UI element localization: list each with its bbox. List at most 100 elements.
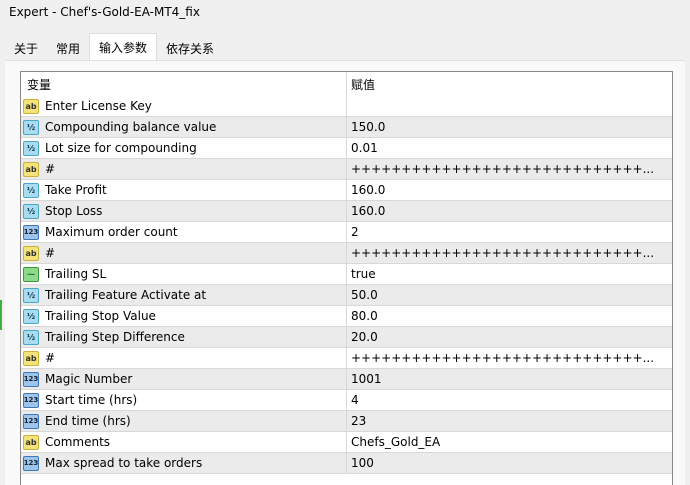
table-row[interactable]: ab # +++++++++++++++++++++++++++++... [21,348,672,369]
table-row[interactable]: ½ Compounding balance value 150.0 [21,117,672,138]
param-value[interactable]: 23 [347,414,672,428]
tab-inputs[interactable]: 输入参数 [89,33,158,60]
tab-common[interactable]: 常用 [47,36,89,60]
table-row[interactable]: ⁓ Trailing SL true [21,264,672,285]
table-row[interactable]: ½ Trailing Stop Value 80.0 [21,306,672,327]
param-value[interactable]: +++++++++++++++++++++++++++++... [347,351,672,365]
table-row[interactable]: ab # +++++++++++++++++++++++++++++... [21,159,672,180]
table-row[interactable]: 123 Start time (hrs) 4 [21,390,672,411]
param-name: # [45,162,56,176]
window-title: Expert - Chef's-Gold-EA-MT4_fix [9,5,200,19]
param-name: Trailing Stop Value [45,309,156,323]
param-name: # [45,246,56,260]
double-type-icon: ½ [23,329,39,345]
table-row[interactable]: ab # +++++++++++++++++++++++++++++... [21,243,672,264]
table-row[interactable]: ab Enter License Key [21,96,672,117]
param-name-cell: 123 Magic Number [21,369,347,389]
table-row[interactable]: ½ Stop Loss 160.0 [21,201,672,222]
string-type-icon: ab [23,350,39,366]
tab-bar: 关于 常用 输入参数 依存关系 [5,33,223,60]
header-value[interactable]: 赋值 [347,76,672,93]
double-type-icon: ½ [23,119,39,135]
param-value[interactable]: 20.0 [347,330,672,344]
param-name: Trailing Feature Activate at [45,288,207,302]
param-value[interactable]: Chefs_Gold_EA [347,435,672,449]
param-name-cell: 123 End time (hrs) [21,411,347,431]
param-value[interactable]: 80.0 [347,309,672,323]
param-value[interactable]: 160.0 [347,204,672,218]
param-name: Compounding balance value [45,120,217,134]
param-name-cell: 123 Maximum order count [21,222,347,242]
integer-type-icon: 123 [23,455,39,471]
param-value[interactable]: 0.01 [347,141,672,155]
table-row[interactable]: 123 Max spread to take orders 100 [21,453,672,474]
param-name-cell: ½ Take Profit [21,180,347,200]
integer-type-icon: 123 [23,413,39,429]
param-name: Magic Number [45,372,133,386]
param-name-cell: ab # [21,159,347,179]
double-type-icon: ½ [23,182,39,198]
double-type-icon: ½ [23,308,39,324]
table-row[interactable]: ½ Trailing Feature Activate at 50.0 [21,285,672,306]
param-name-cell: ab # [21,348,347,368]
integer-type-icon: 123 [23,392,39,408]
double-type-icon: ½ [23,287,39,303]
param-name-cell: ab Comments [21,432,347,452]
table-row[interactable]: ½ Lot size for compounding 0.01 [21,138,672,159]
param-name: Comments [45,435,111,449]
param-name: Trailing SL [45,267,107,281]
param-value[interactable]: 50.0 [347,288,672,302]
param-name: Trailing Step Difference [45,330,185,344]
param-name-cell: ½ Lot size for compounding [21,138,347,158]
bool-type-icon: ⁓ [23,266,39,282]
param-name: Take Profit [45,183,107,197]
param-name-cell: ab Enter License Key [21,96,347,116]
param-name-cell: ½ Trailing Stop Value [21,306,347,326]
table-row[interactable]: 123 Maximum order count 2 [21,222,672,243]
table-row[interactable]: ab Comments Chefs_Gold_EA [21,432,672,453]
header-variable[interactable]: 变量 [21,72,347,96]
param-name: Stop Loss [45,204,103,218]
table-row[interactable]: ½ Take Profit 160.0 [21,180,672,201]
param-name: # [45,351,56,365]
param-name-cell: ½ Trailing Step Difference [21,327,347,347]
side-accent [0,300,2,330]
string-type-icon: ab [23,161,39,177]
param-name-cell: ab # [21,243,347,263]
param-value[interactable]: 2 [347,225,672,239]
param-name-cell: 123 Max spread to take orders [21,453,347,473]
param-value[interactable]: 160.0 [347,183,672,197]
integer-type-icon: 123 [23,371,39,387]
integer-type-icon: 123 [23,224,39,240]
parameters-table: 变量 赋值 ab Enter License Key ½ Compounding ba… [20,71,673,485]
param-value[interactable]: 150.0 [347,120,672,134]
param-name-cell: ½ Stop Loss [21,201,347,221]
param-name-cell: 123 Start time (hrs) [21,390,347,410]
param-name-cell: ½ Trailing Feature Activate at [21,285,347,305]
param-name: Enter License Key [45,99,152,113]
param-name: Max spread to take orders [45,456,203,470]
param-name-cell: ⁓ Trailing SL [21,264,347,284]
table-row[interactable]: ½ Trailing Step Difference 20.0 [21,327,672,348]
param-name: Start time (hrs) [45,393,138,407]
tab-about[interactable]: 关于 [5,36,47,60]
string-type-icon: ab [23,98,39,114]
param-value[interactable]: +++++++++++++++++++++++++++++... [347,162,672,176]
param-value[interactable]: 100 [347,456,672,470]
string-type-icon: ab [23,434,39,450]
table-row[interactable]: 123 End time (hrs) 23 [21,411,672,432]
param-name: Maximum order count [45,225,178,239]
param-value[interactable]: 4 [347,393,672,407]
param-value[interactable]: true [347,267,672,281]
param-value[interactable]: 1001 [347,372,672,386]
param-value[interactable]: +++++++++++++++++++++++++++++... [347,246,672,260]
param-name: End time (hrs) [45,414,131,428]
double-type-icon: ½ [23,203,39,219]
param-name-cell: ½ Compounding balance value [21,117,347,137]
table-row[interactable]: 123 Magic Number 1001 [21,369,672,390]
tab-dependencies[interactable]: 依存关系 [157,36,223,60]
double-type-icon: ½ [23,140,39,156]
string-type-icon: ab [23,245,39,261]
param-name: Lot size for compounding [45,141,197,155]
table-header: 变量 赋值 [21,72,672,96]
